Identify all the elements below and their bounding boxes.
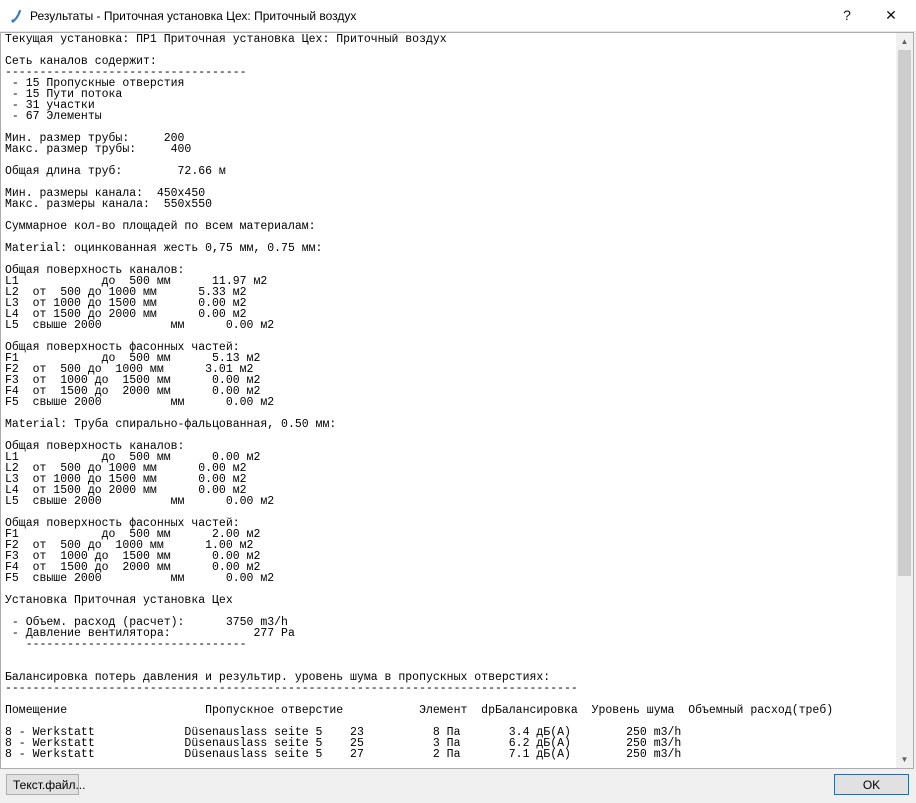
results-text[interactable]: Текущая установка: ПР1 Приточная установ… — [5, 34, 895, 767]
scroll-up-icon[interactable]: ▲ — [896, 33, 913, 50]
scrollbar-thumb[interactable] — [898, 50, 911, 576]
close-button[interactable]: ✕ — [868, 0, 914, 31]
results-panel: Текущая установка: ПР1 Приточная установ… — [0, 32, 914, 769]
scroll-down-icon[interactable]: ▼ — [896, 751, 913, 768]
vertical-scrollbar[interactable]: ▲ ▼ — [896, 33, 913, 768]
text-file-button[interactable]: Текст.файл... — [6, 774, 85, 795]
window-title: Результаты - Приточная установка Цех: Пр… — [30, 9, 357, 23]
help-button[interactable]: ? — [824, 0, 870, 31]
button-bar: Текст.файл... OK — [0, 769, 916, 803]
app-icon — [11, 9, 22, 23]
title-bar: Результаты - Приточная установка Цех: Пр… — [0, 0, 916, 32]
ok-button[interactable]: OK — [834, 774, 909, 795]
